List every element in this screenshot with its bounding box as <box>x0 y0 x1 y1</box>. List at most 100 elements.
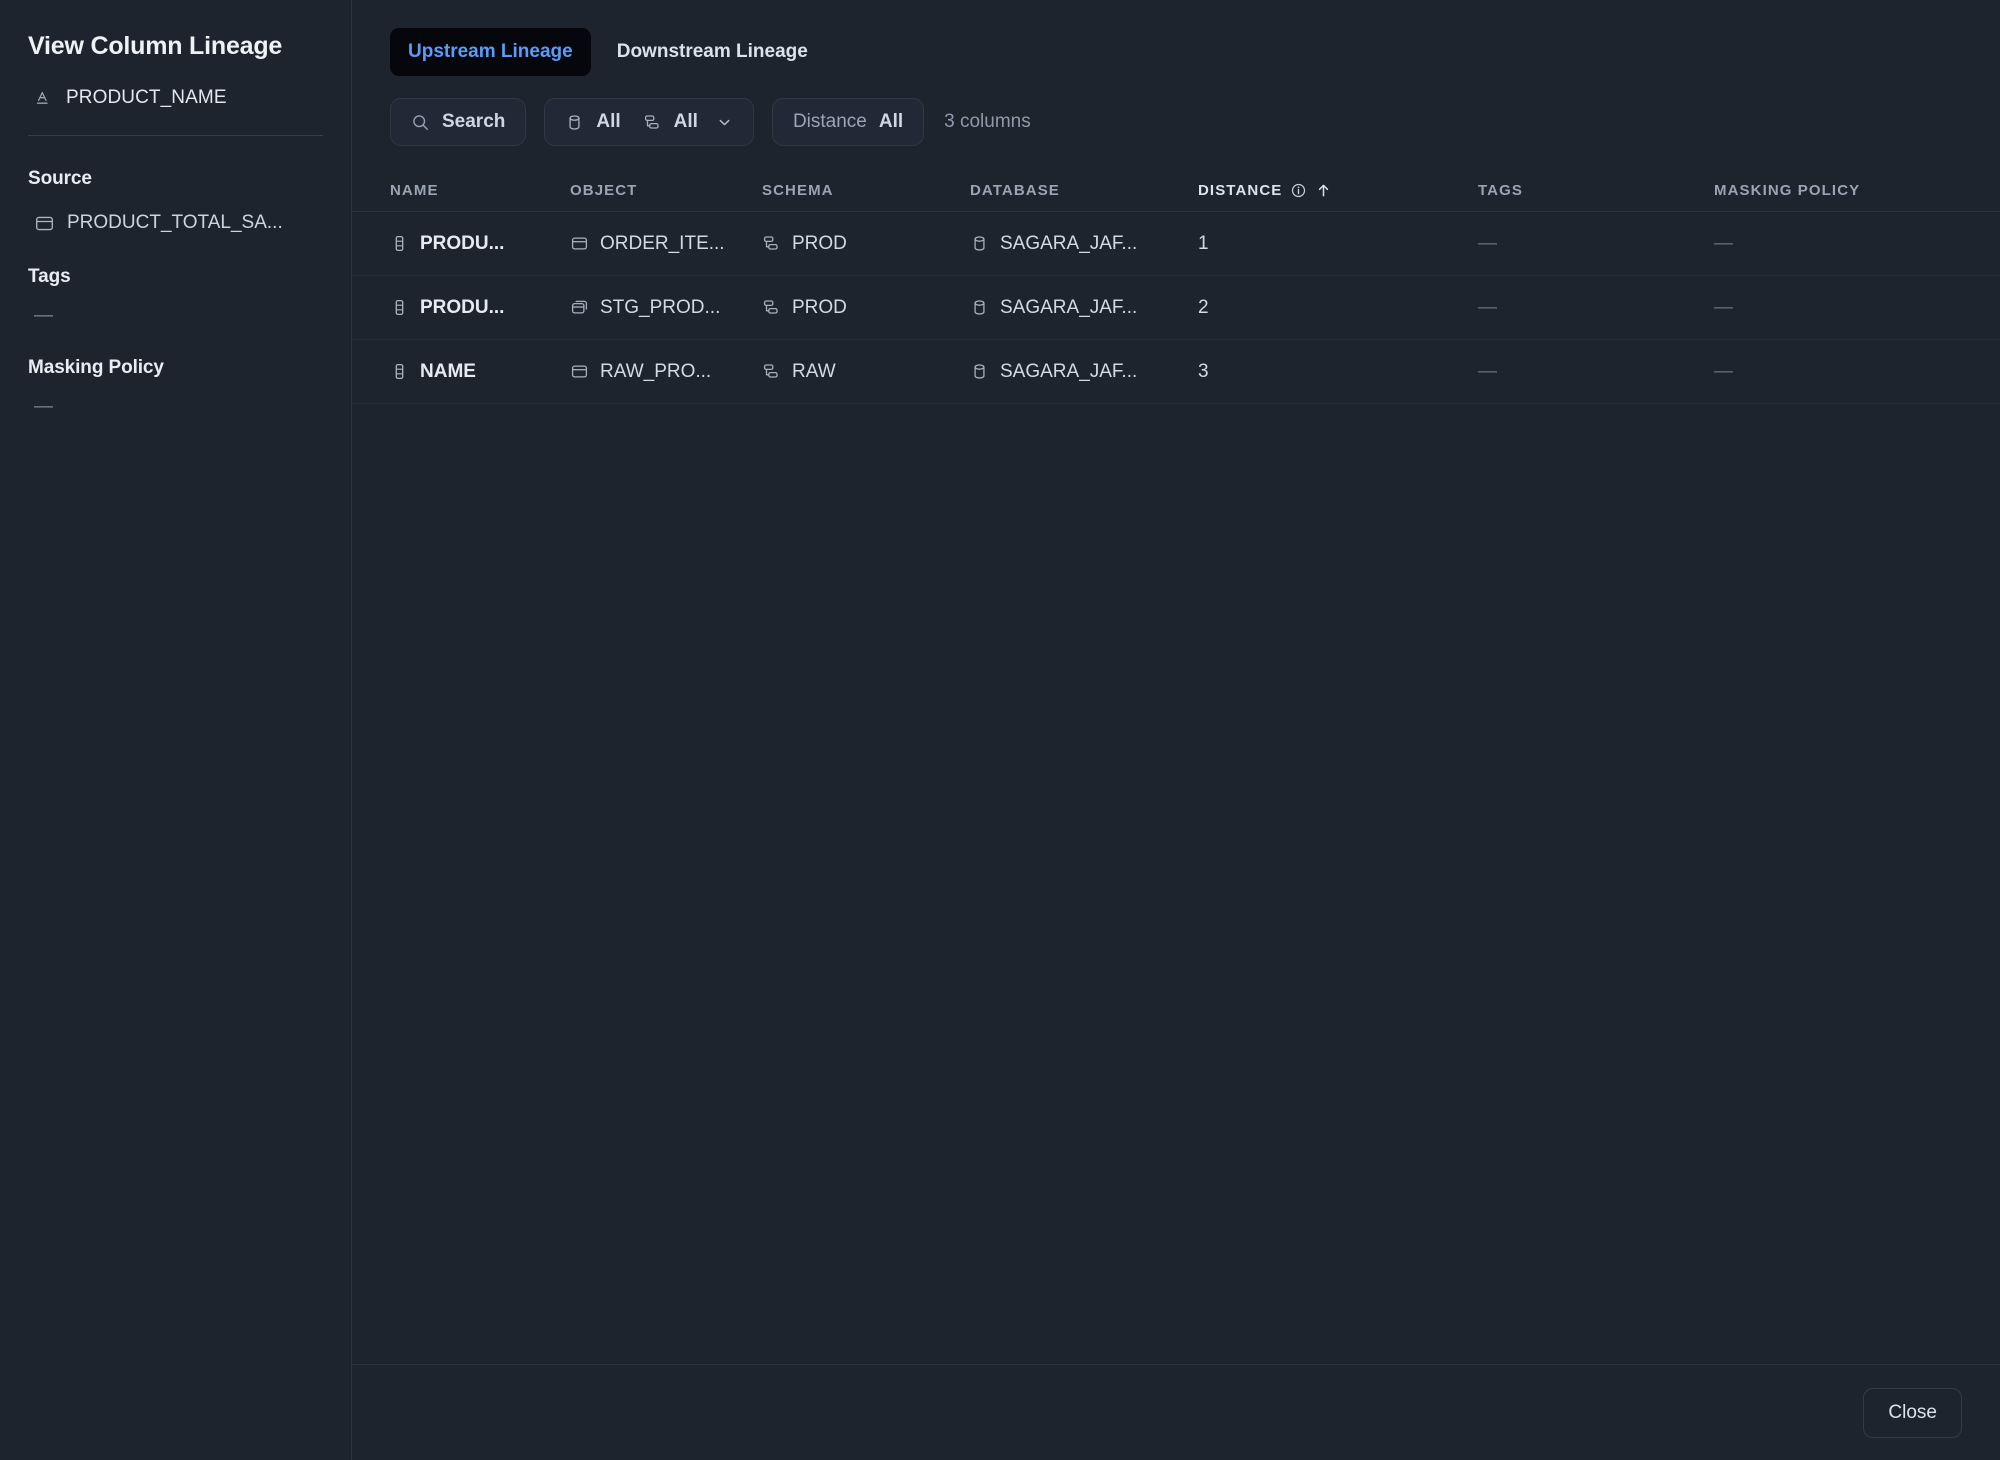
cell-database: SAGARA_JAF... <box>970 361 1198 383</box>
distance-filter-value: All <box>878 111 904 132</box>
column-icon <box>390 362 409 381</box>
tab-downstream-lineage[interactable]: Downstream Lineage <box>599 28 826 76</box>
column-icon <box>390 234 409 253</box>
search-icon <box>411 113 430 132</box>
schema-icon <box>762 362 781 381</box>
cell-masking-text: — <box>1714 361 1733 382</box>
distance-filter[interactable]: Distance All <box>771 98 925 146</box>
cell-masking-text: — <box>1714 233 1733 254</box>
cell-object-text: STG_PROD... <box>600 296 721 318</box>
cell-masking: — <box>1714 234 1962 253</box>
masking-policy-value: — <box>34 396 53 417</box>
dialog-footer: Close <box>352 1364 2000 1460</box>
cell-schema: PROD <box>762 233 970 255</box>
cell-name: PRODU... <box>390 297 570 319</box>
page-title: View Column Lineage <box>28 32 283 60</box>
lineage-main: Upstream Lineage Downstream Lineage Sear… <box>352 0 2000 1460</box>
column-header-distance[interactable]: DISTANCE <box>1198 182 1478 199</box>
cell-masking: — <box>1714 362 1962 381</box>
chevron-down-icon[interactable] <box>716 114 733 131</box>
database-icon <box>970 362 989 381</box>
cell-database-text: SAGARA_JAF... <box>1000 360 1138 382</box>
table-row[interactable]: PRODU... ORDER_ITE... PROD SAGARA_JAF...… <box>352 212 2000 276</box>
cell-object: RAW_PRO... <box>570 361 762 383</box>
schema-filter-value: All <box>673 111 698 132</box>
database-icon <box>970 234 989 253</box>
column-header-tags[interactable]: TAGS <box>1478 182 1714 199</box>
cell-object-text: RAW_PRO... <box>600 360 712 382</box>
database-filter-value: All <box>596 111 621 132</box>
cell-distance: 1 <box>1198 232 1209 254</box>
cell-database-text: SAGARA_JAF... <box>1000 232 1138 254</box>
close-button[interactable]: Close <box>1863 1387 1962 1438</box>
table-icon <box>570 234 589 253</box>
column-icon <box>390 298 409 317</box>
sidebar-divider <box>28 135 323 136</box>
tags-value: — <box>34 305 53 326</box>
cell-tags-text: — <box>1478 361 1497 382</box>
cell-name-text: NAME <box>420 360 476 382</box>
info-icon[interactable] <box>1290 182 1307 199</box>
cell-masking-text: — <box>1714 297 1733 318</box>
cell-tags: — <box>1478 234 1714 253</box>
cell-tags: — <box>1478 298 1714 317</box>
sort-ascending-arrow-icon[interactable] <box>1315 182 1332 199</box>
distance-filter-label: Distance <box>792 111 867 132</box>
masking-policy-section: Masking Policy — <box>28 357 323 416</box>
lineage-table: NAME OBJECT SCHEMA DATABASE DISTANCE TAG… <box>352 170 2000 404</box>
column-header-object[interactable]: OBJECT <box>570 182 762 199</box>
cell-database-text: SAGARA_JAF... <box>1000 296 1138 318</box>
source-name: PRODUCT_TOTAL_SA... <box>67 212 283 233</box>
selected-column: PRODUCT_NAME <box>28 87 323 109</box>
cell-tags-text: — <box>1478 233 1497 254</box>
cell-object-text: ORDER_ITE... <box>600 232 725 254</box>
filter-bar: Search All All Distance All 3 columns <box>352 98 2000 146</box>
schema-icon <box>643 113 662 132</box>
tags-heading: Tags <box>28 266 71 287</box>
schema-icon <box>762 298 781 317</box>
cell-schema: RAW <box>762 361 970 383</box>
cell-schema-text: PROD <box>792 232 847 254</box>
table-row[interactable]: NAME RAW_PRO... RAW SAGARA_JAF... 3 — — <box>352 340 2000 404</box>
source-section: Source PRODUCT_TOTAL_SA... <box>28 168 323 234</box>
cell-schema: PROD <box>762 297 970 319</box>
table-row[interactable]: PRODU... STG_PROD... PROD SAGARA_JAF... … <box>352 276 2000 340</box>
cell-schema-text: RAW <box>792 360 836 382</box>
tabs-wrap: Upstream Lineage Downstream Lineage <box>352 28 2000 76</box>
masking-policy-heading: Masking Policy <box>28 357 164 378</box>
object-filters[interactable]: All All <box>544 98 754 146</box>
cell-database: SAGARA_JAF... <box>970 233 1198 255</box>
result-count: 3 columns <box>944 111 1031 132</box>
column-header-database[interactable]: DATABASE <box>970 182 1198 199</box>
cell-name-text: PRODU... <box>420 232 505 254</box>
database-icon <box>565 113 584 132</box>
column-header-distance-label: DISTANCE <box>1198 182 1283 199</box>
search-placeholder: Search <box>442 111 506 132</box>
table-icon <box>570 362 589 381</box>
source-value[interactable]: PRODUCT_TOTAL_SA... <box>28 212 323 234</box>
selected-column-name: PRODUCT_NAME <box>66 87 227 108</box>
lineage-content: Upstream Lineage Downstream Lineage Sear… <box>352 0 2000 1364</box>
view-icon <box>570 298 589 317</box>
schema-icon <box>762 234 781 253</box>
cell-tags: — <box>1478 362 1714 381</box>
view-column-lineage-dialog: View Column Lineage PRODUCT_NAME Source <box>0 0 2000 1460</box>
cell-name-text: PRODU... <box>420 296 505 318</box>
cell-tags-text: — <box>1478 297 1497 318</box>
table-icon <box>34 213 55 234</box>
cell-schema-text: PROD <box>792 296 847 318</box>
column-header-masking[interactable]: MASKING POLICY <box>1714 182 1962 199</box>
cell-name: NAME <box>390 361 570 383</box>
cell-object: STG_PROD... <box>570 297 762 319</box>
lineage-sidebar: View Column Lineage PRODUCT_NAME Source <box>0 0 352 1460</box>
lineage-tabs: Upstream Lineage Downstream Lineage <box>390 28 2000 76</box>
database-icon <box>970 298 989 317</box>
column-header-name[interactable]: NAME <box>390 182 570 199</box>
cell-object: ORDER_ITE... <box>570 233 762 255</box>
tab-upstream-lineage[interactable]: Upstream Lineage <box>390 28 591 76</box>
cell-distance: 3 <box>1198 360 1209 382</box>
text-column-icon <box>34 88 54 108</box>
tags-section: Tags — <box>28 266 323 325</box>
column-header-schema[interactable]: SCHEMA <box>762 182 970 199</box>
search-input[interactable]: Search <box>390 98 527 146</box>
